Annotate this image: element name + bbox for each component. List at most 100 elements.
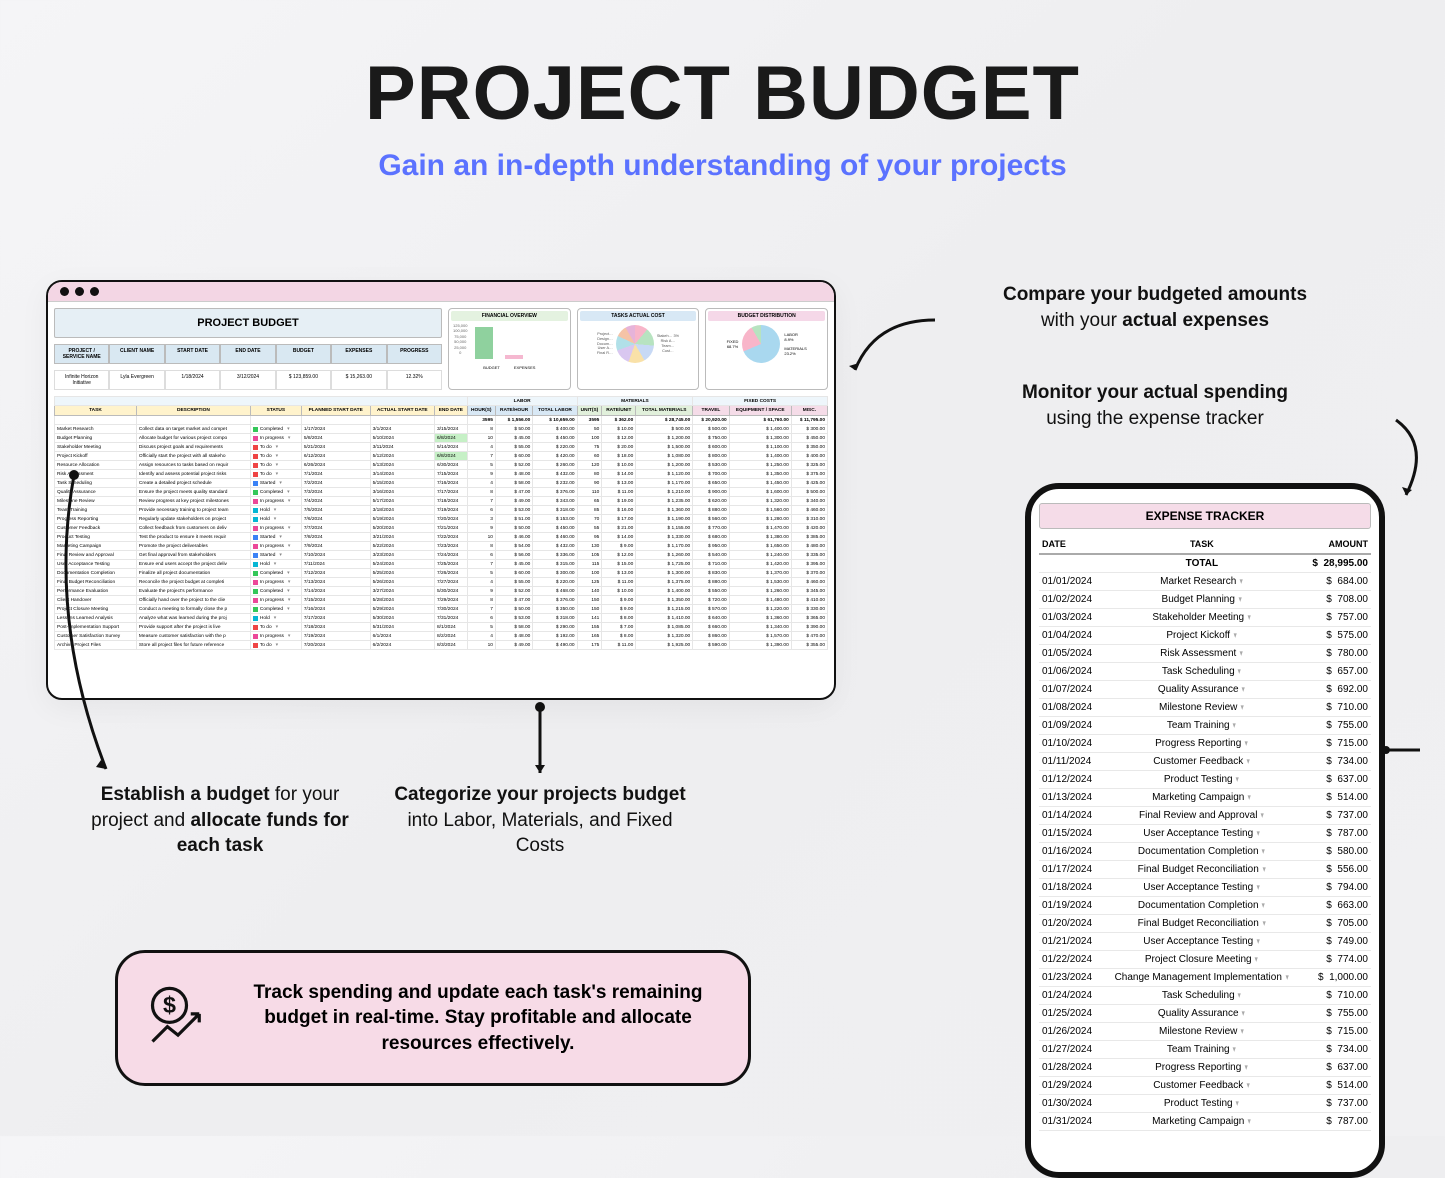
list-item[interactable]: 01/27/2024Team Training ▾$ 734.00 [1039, 1041, 1371, 1059]
list-item[interactable]: 01/20/2024Final Budget Reconciliation ▾$… [1039, 915, 1371, 933]
col-header: DESCRIPTION [136, 406, 250, 416]
list-item[interactable]: 01/19/2024Documentation Completion ▾$ 66… [1039, 897, 1371, 915]
arrow [1386, 415, 1436, 505]
callout-categorize: Categorize your projects budget into Lab… [390, 782, 690, 859]
table-row[interactable]: Marketing CampaignPromote the project de… [55, 542, 828, 551]
list-item[interactable]: 01/12/2024Product Testing ▾$ 637.00 [1039, 771, 1371, 789]
table-row[interactable]: Customer FeedbackCollect feedback from c… [55, 524, 828, 533]
overview-bars [475, 327, 523, 359]
list-item[interactable]: 01/05/2024Risk Assessment ▾$ 780.00 [1039, 645, 1371, 663]
list-item[interactable]: 01/31/2024Marketing Campaign ▾$ 787.00 [1039, 1113, 1371, 1131]
table-row[interactable]: User Acceptance TestingEnsure end users … [55, 560, 828, 569]
list-item[interactable]: 01/04/2024Project Kickoff ▾$ 575.00 [1039, 627, 1371, 645]
col-header: RATE/UNIT [602, 406, 636, 416]
window-dot[interactable] [90, 287, 99, 296]
list-item[interactable]: 01/16/2024Documentation Completion ▾$ 58… [1039, 843, 1371, 861]
window-dot[interactable] [60, 287, 69, 296]
info-value: 12.32% [387, 370, 442, 390]
legend-item: FIXED68.7% [727, 339, 739, 349]
table-row[interactable]: Archive Project FilesStore all project f… [55, 641, 828, 650]
table-row[interactable]: Project KickoffOfficially start the proj… [55, 452, 828, 461]
list-item[interactable]: 01/07/2024Quality Assurance ▾$ 692.00 [1039, 681, 1371, 699]
callout-establish: Establish a budget for your project and … [70, 782, 370, 859]
list-item[interactable]: 01/03/2024Stakeholder Meeting ▾$ 757.00 [1039, 609, 1371, 627]
table-row[interactable]: Performance EvaluationEvaluate the proje… [55, 587, 828, 596]
group-header: FIXED COSTS [693, 397, 828, 406]
list-item[interactable]: 01/10/2024Progress Reporting ▾$ 715.00 [1039, 735, 1371, 753]
list-item[interactable]: 01/08/2024Milestone Review ▾$ 710.00 [1039, 699, 1371, 717]
table-row[interactable]: Post-Implementation SupportProvide suppo… [55, 623, 828, 632]
list-item[interactable]: 01/25/2024Quality Assurance ▾$ 755.00 [1039, 1005, 1371, 1023]
table-row[interactable]: Budget PlanningAllocate budget for vario… [55, 434, 828, 443]
list-item[interactable]: 01/14/2024Final Review and Approval ▾$ 7… [1039, 807, 1371, 825]
col-header: UNIT(S) [577, 406, 602, 416]
list-item[interactable]: 01/24/2024Task Scheduling ▾$ 710.00 [1039, 987, 1371, 1005]
table-row[interactable]: Documentation CompletionFinalize all pro… [55, 569, 828, 578]
table-row[interactable]: Customer Satisfaction SurveyMeasure cust… [55, 632, 828, 641]
col-header: MISC. [791, 406, 827, 416]
pie-chart [616, 325, 654, 363]
info-value: $ 123,859.00 [276, 370, 331, 390]
table-row[interactable]: Project Closure MeetingConduct a meeting… [55, 605, 828, 614]
col-header: PLANNED START DATE [301, 406, 370, 416]
panel-title: FINANCIAL OVERVIEW [451, 311, 568, 321]
table-row[interactable]: Milestone ReviewReview progress at key p… [55, 497, 828, 506]
money-growth-icon: $ [144, 982, 212, 1055]
list-item[interactable]: 01/13/2024Marketing Campaign ▾$ 514.00 [1039, 789, 1371, 807]
list-item[interactable]: 01/01/2024Market Research ▾$ 684.00 [1039, 573, 1371, 591]
panel-title: TASKS ACTUAL COST [580, 311, 697, 321]
info-header: START DATE [165, 344, 220, 364]
col-header: TASK [1101, 535, 1302, 554]
table-row[interactable]: Final Review and ApprovalGet final appro… [55, 551, 828, 560]
list-item[interactable]: 01/06/2024Task Scheduling ▾$ 657.00 [1039, 663, 1371, 681]
col-header: AMOUNT [1302, 535, 1371, 554]
window-controls [48, 282, 834, 302]
list-item[interactable]: 01/11/2024Customer Feedback ▾$ 734.00 [1039, 753, 1371, 771]
info-value[interactable]: Infinite Horizon Initiative [54, 370, 109, 390]
list-item[interactable]: 01/15/2024User Acceptance Testing ▾$ 787… [1039, 825, 1371, 843]
list-item[interactable]: 01/22/2024Project Closure Meeting ▾$ 774… [1039, 951, 1371, 969]
col-header: TOTAL LABOR [533, 406, 577, 416]
group-header: MATERIALS [577, 397, 693, 406]
table-row[interactable]: Market ResearchCollect data on target ma… [55, 425, 828, 434]
table-row[interactable]: Team TrainingProvide necessary training … [55, 506, 828, 515]
group-header: LABOR [467, 397, 577, 406]
info-header: PROJECT / SERVICE NAME [54, 344, 109, 364]
list-item[interactable]: 01/02/2024Budget Planning ▾$ 708.00 [1039, 591, 1371, 609]
table-row[interactable]: Lessons Learned AnalysisAnalyze what was… [55, 614, 828, 623]
list-item[interactable]: 01/30/2024Product Testing ▾$ 737.00 [1039, 1095, 1371, 1113]
arrow [56, 469, 126, 779]
table-row[interactable]: Product TestingTest the product to ensur… [55, 533, 828, 542]
window-dot[interactable] [75, 287, 84, 296]
table-row[interactable]: Final Budget ReconciliationReconcile the… [55, 578, 828, 587]
bar-label: EXPENSES [514, 365, 536, 370]
pie-chart [742, 325, 780, 363]
table-row[interactable]: Risk AssessmentIdentify and assess poten… [55, 470, 828, 479]
callout-monitor: Monitor your actual spending using the e… [935, 380, 1375, 431]
arrow [520, 703, 560, 783]
list-item[interactable]: 01/17/2024Final Budget Reconciliation ▾$… [1039, 861, 1371, 879]
legend-item: MATERIALS23.2% [784, 346, 806, 356]
list-item[interactable]: 01/23/2024Change Management Implementati… [1039, 969, 1371, 987]
list-item[interactable]: 01/18/2024User Acceptance Testing ▾$ 794… [1039, 879, 1371, 897]
info-header: END DATE [220, 344, 275, 364]
list-item[interactable]: 01/26/2024Milestone Review ▾$ 715.00 [1039, 1023, 1371, 1041]
list-item[interactable]: 01/09/2024Team Training ▾$ 755.00 [1039, 717, 1371, 735]
callout-compare: Compare your budgeted amounts with your … [935, 282, 1375, 333]
table-row[interactable]: Task SchedulingCreate a detailed project… [55, 479, 828, 488]
list-item[interactable]: 01/21/2024User Acceptance Testing ▾$ 749… [1039, 933, 1371, 951]
info-header: EXPENSES [331, 344, 386, 364]
table-row[interactable]: Client HandoverOfficially hand over the … [55, 596, 828, 605]
table-row[interactable]: Stakeholder MeetingDiscuss project goals… [55, 443, 828, 452]
bar-label: BUDGET [483, 365, 500, 370]
pill-text: Track spending and update each task's re… [234, 980, 722, 1057]
table-row[interactable]: Resource AllocationAssign resources to t… [55, 461, 828, 470]
table-row[interactable]: Progress ReportingRegularly update stake… [55, 515, 828, 524]
list-item[interactable]: 01/28/2024Progress Reporting ▾$ 637.00 [1039, 1059, 1371, 1077]
info-value: 3/12/2024 [220, 370, 275, 390]
col-header: STATUS [250, 406, 301, 416]
summary-pill: $ Track spending and update each task's … [115, 950, 751, 1086]
table-row[interactable]: Quality AssuranceEnsure the project meet… [55, 488, 828, 497]
spreadsheet-window: PROJECT BUDGET PROJECT / SERVICE NAMECLI… [46, 280, 836, 700]
info-value[interactable]: Lyla Evergreen [109, 370, 164, 390]
